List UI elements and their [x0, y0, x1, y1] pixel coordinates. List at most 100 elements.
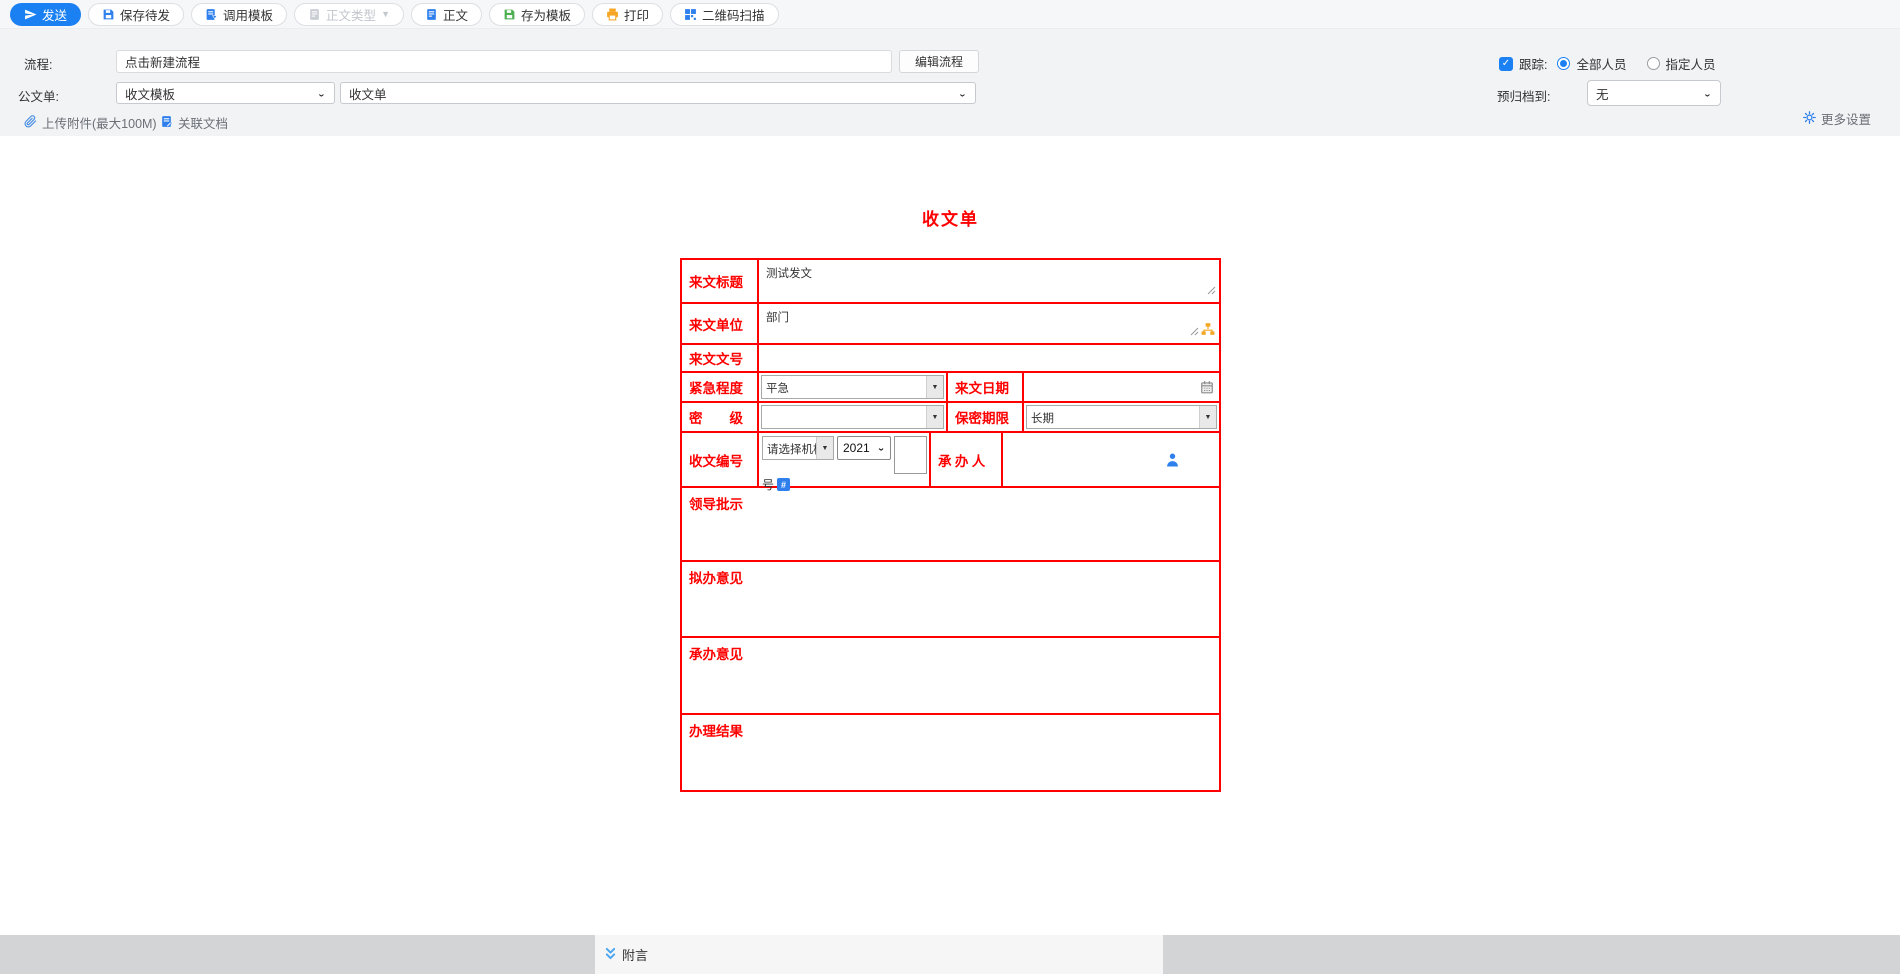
track-all-radio[interactable]: [1557, 57, 1570, 70]
doc-form-select[interactable]: 收文单 ⌄: [340, 82, 976, 104]
dropdown-arrow-icon: ▼: [926, 376, 943, 398]
pre-archive-selected: 无: [1596, 84, 1609, 103]
related-docs-link[interactable]: 关联文档: [160, 113, 228, 132]
secrecy-value: [762, 406, 926, 428]
top-toolbar: 发送 保存待发 调用模板 正文类型 ▼ 正文 存为模板 打印 二维码扫描: [0, 0, 1900, 29]
table-row: 收文编号 请选择机构代号 ▼ 2021 ⌄ 号 #: [682, 431, 1219, 486]
send-icon: [24, 8, 37, 21]
incoming-unit-label: 来文单位: [682, 304, 757, 343]
double-chevron-down-icon: [605, 947, 616, 963]
body-type-icon: [308, 8, 321, 21]
save-as-template-label: 存为模板: [521, 5, 571, 24]
urgency-select[interactable]: 平急 ▼: [761, 375, 944, 399]
edit-process-button[interactable]: 编辑流程: [899, 50, 979, 73]
body-doc-icon: [425, 8, 438, 21]
org-code-select[interactable]: 请选择机构代号 ▼: [762, 436, 834, 460]
incoming-unit-cell: 部门: [757, 304, 1219, 343]
receipt-no-label: 收文编号: [682, 433, 757, 486]
print-label: 打印: [624, 5, 649, 24]
paperclip-icon: [24, 115, 37, 131]
secrecy-term-value: 长期: [1027, 406, 1199, 428]
table-row: 密 级 ▼ 保密期限 长期 ▼: [682, 401, 1219, 431]
chevron-down-icon: ⌄: [1703, 88, 1712, 98]
print-button[interactable]: 打印: [592, 3, 663, 26]
undertake-opinion-cell[interactable]: 承办意见: [682, 638, 1219, 713]
incoming-title-cell: 测试发文: [757, 260, 1219, 302]
urgency-label: 紧急程度: [682, 373, 757, 401]
process-label: 流程:: [24, 54, 52, 73]
undertaker-label: 承 办 人: [929, 433, 1001, 486]
incoming-doc-no-label: 来文文号: [682, 345, 757, 371]
undertake-opinion-label: 承办意见: [689, 647, 743, 662]
check-icon: ✓: [1502, 59, 1510, 69]
track-assigned-label: 指定人员: [1666, 54, 1716, 73]
body-label: 正文: [443, 5, 468, 24]
result-cell[interactable]: 办理结果: [682, 715, 1219, 790]
year-select[interactable]: 2021 ⌄: [837, 436, 891, 460]
secrecy-select[interactable]: ▼: [761, 405, 944, 429]
upload-attachment-label: 上传附件(最大100M): [42, 113, 157, 132]
save-as-template-icon: [503, 8, 516, 21]
pre-archive-select[interactable]: 无 ⌄: [1587, 80, 1721, 106]
doc-template-selected: 收文模板: [125, 84, 175, 103]
pre-archive-label: 预归档到:: [1497, 86, 1550, 105]
resize-handle-icon[interactable]: [1190, 323, 1199, 341]
caret-down-icon: ▼: [381, 10, 390, 19]
save-pending-label: 保存待发: [120, 5, 170, 24]
incoming-date-input[interactable]: [1022, 373, 1219, 401]
table-row: 拟办意见: [682, 560, 1219, 636]
urgency-value: 平急: [762, 376, 926, 398]
body-button[interactable]: 正文: [411, 3, 482, 26]
secrecy-term-select[interactable]: 长期 ▼: [1026, 405, 1217, 429]
more-settings-label: 更多设置: [1821, 109, 1871, 128]
send-button[interactable]: 发送: [10, 3, 81, 26]
document-form-area: 收文单 来文标题 测试发文 来文单位 部门 来文文号 紧急程度: [0, 136, 1900, 935]
upload-attachment-link[interactable]: 上传附件(最大100M): [24, 113, 157, 132]
incoming-title-textarea[interactable]: 测试发文: [759, 260, 1219, 286]
doc-form-label: 公文单:: [18, 86, 59, 105]
person-picker-icon[interactable]: [1166, 452, 1179, 472]
postscript-panel[interactable]: 附言: [595, 935, 1163, 974]
draft-opinion-label: 拟办意见: [689, 571, 743, 586]
chevron-down-icon: ⌄: [317, 88, 326, 98]
track-checkbox[interactable]: ✓: [1499, 57, 1513, 71]
qr-scan-icon: [684, 8, 697, 21]
undertaker-cell: [1001, 433, 1219, 486]
incoming-doc-no-input[interactable]: [757, 345, 1219, 371]
resize-handle-icon[interactable]: [1207, 282, 1216, 300]
print-icon: [606, 8, 619, 21]
qr-scan-button[interactable]: 二维码扫描: [670, 3, 779, 26]
more-settings-link[interactable]: 更多设置: [1803, 109, 1871, 128]
org-code-placeholder: 请选择机构代号: [763, 437, 816, 459]
draft-opinion-cell[interactable]: 拟办意见: [682, 562, 1219, 636]
save-icon: [102, 8, 115, 21]
process-input[interactable]: 点击新建流程: [116, 50, 892, 73]
save-as-template-button[interactable]: 存为模板: [489, 3, 585, 26]
doc-template-select[interactable]: 收文模板 ⌄: [116, 82, 335, 104]
secrecy-cell: ▼: [757, 403, 946, 431]
doc-form-selected: 收文单: [349, 84, 387, 103]
table-row: 承办意见: [682, 636, 1219, 713]
urgency-cell: 平急 ▼: [757, 373, 946, 401]
track-assigned-radio[interactable]: [1647, 57, 1660, 70]
gear-icon: [1803, 111, 1816, 127]
leader-remark-cell[interactable]: 领导批示: [682, 488, 1219, 560]
body-type-button: 正文类型 ▼: [294, 3, 404, 26]
calendar-icon[interactable]: [1200, 380, 1214, 399]
incoming-unit-textarea[interactable]: 部门: [759, 304, 1219, 330]
leader-remark-label: 领导批示: [689, 497, 743, 512]
send-button-label: 发送: [42, 5, 67, 24]
org-picker-icon[interactable]: [1201, 322, 1215, 341]
receipt-form-table: 来文标题 测试发文 来文单位 部门 来文文号 紧急程度 平急: [680, 258, 1221, 792]
receipt-number-input[interactable]: [894, 436, 927, 474]
year-value: 2021: [843, 441, 870, 455]
secrecy-term-cell: 长期 ▼: [1022, 403, 1219, 431]
process-input-value: 点击新建流程: [125, 52, 200, 71]
save-pending-button[interactable]: 保存待发: [88, 3, 184, 26]
track-group: ✓ 跟踪: 全部人员 指定人员: [1499, 54, 1716, 73]
table-row: 紧急程度 平急 ▼ 来文日期: [682, 371, 1219, 401]
document-meta-section: 流程: 点击新建流程 编辑流程 ✓ 跟踪: 全部人员 指定人员 公文单: 收文模…: [0, 29, 1900, 136]
incoming-title-label: 来文标题: [682, 260, 757, 302]
load-template-button[interactable]: 调用模板: [191, 3, 287, 26]
result-label: 办理结果: [689, 724, 743, 739]
